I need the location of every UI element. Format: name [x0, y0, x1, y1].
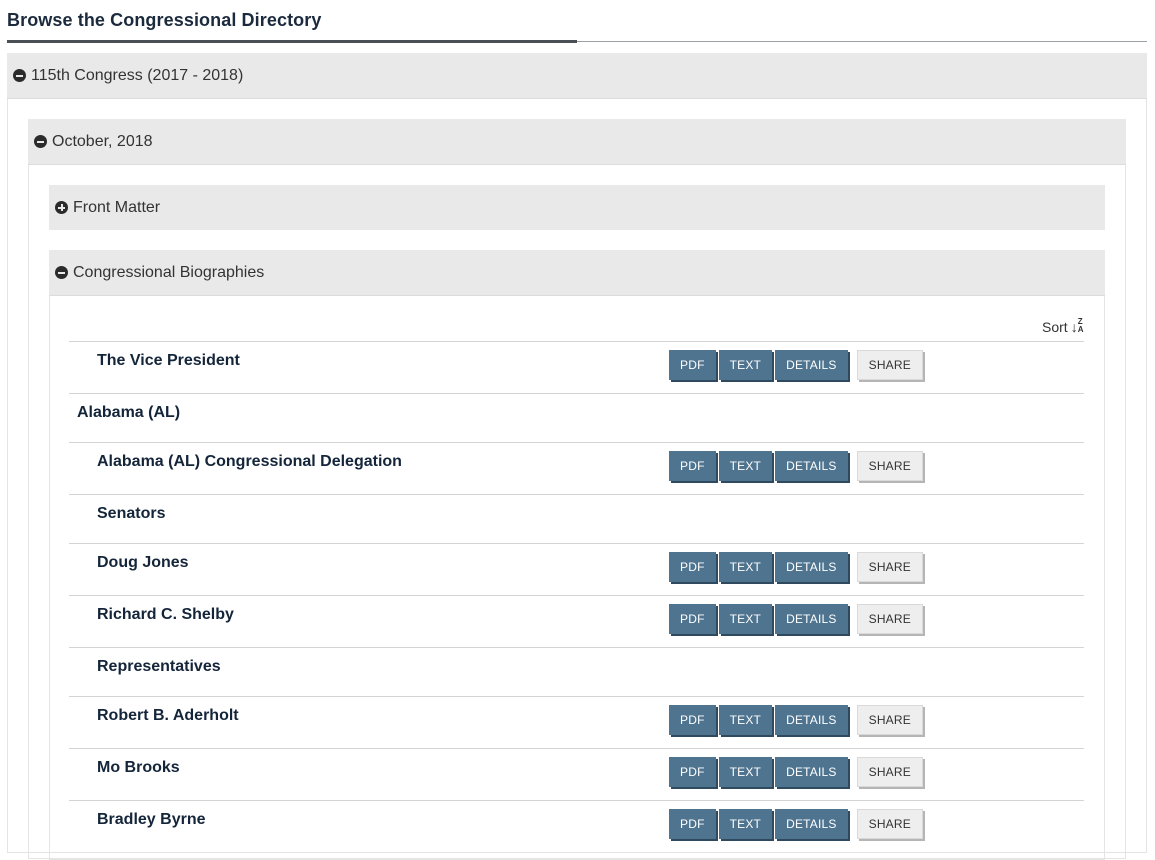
accordion-congress-header[interactable]: 115th Congress (2017 - 2018)	[7, 53, 1147, 99]
pdf-button[interactable]: PDF	[669, 705, 716, 735]
action-buttons: PDF TEXT DETAILS SHARE	[669, 705, 926, 735]
text-button[interactable]: TEXT	[718, 757, 773, 787]
sort-z-a-icon: ↓ Z A	[1070, 317, 1084, 336]
list-item: Senators	[69, 494, 1084, 543]
action-buttons: PDF TEXT DETAILS SHARE	[669, 604, 926, 634]
list-item-label: Doug Jones	[97, 554, 189, 571]
details-button[interactable]: DETAILS	[775, 705, 848, 735]
action-buttons: PDF TEXT DETAILS SHARE	[669, 350, 926, 380]
share-button[interactable]: SHARE	[856, 809, 923, 839]
sort-control[interactable]: Sort ↓ Z A	[1042, 317, 1085, 336]
details-button[interactable]: DETAILS	[775, 552, 848, 582]
list-item-label: Mo Brooks	[97, 759, 180, 776]
list-item-label: Bradley Byrne	[97, 811, 206, 828]
text-button[interactable]: TEXT	[718, 809, 773, 839]
share-button[interactable]: SHARE	[856, 604, 923, 634]
list-item: The Vice President PDF TEXT DETAILS SHARE	[69, 341, 1084, 393]
list-item: Robert B. Aderholt PDF TEXT DETAILS SHARE	[69, 696, 1084, 748]
details-button[interactable]: DETAILS	[775, 350, 848, 380]
list-item: Mo Brooks PDF TEXT DETAILS SHARE	[69, 748, 1084, 800]
list-item: Doug Jones PDF TEXT DETAILS SHARE	[69, 543, 1084, 595]
list-item-label: Richard C. Shelby	[97, 606, 234, 623]
pdf-button[interactable]: PDF	[669, 809, 716, 839]
action-buttons: PDF TEXT DETAILS SHARE	[669, 809, 926, 839]
text-button[interactable]: TEXT	[718, 552, 773, 582]
accordion-congress-label: 115th Congress (2017 - 2018)	[31, 66, 244, 84]
collapse-icon	[13, 69, 26, 82]
details-button[interactable]: DETAILS	[775, 757, 848, 787]
share-button[interactable]: SHARE	[856, 451, 923, 481]
list-item: Richard C. Shelby PDF TEXT DETAILS SHARE	[69, 595, 1084, 647]
accordion-month-header[interactable]: October, 2018	[28, 119, 1126, 165]
text-button[interactable]: TEXT	[718, 451, 773, 481]
accordion-front-matter-label: Front Matter	[73, 198, 161, 216]
list-item-label: Robert B. Aderholt	[97, 707, 239, 724]
pdf-button[interactable]: PDF	[669, 451, 716, 481]
accordion-month-label: October, 2018	[52, 132, 153, 150]
pdf-button[interactable]: PDF	[669, 757, 716, 787]
text-button[interactable]: TEXT	[718, 350, 773, 380]
list-item-label: The Vice President	[97, 352, 240, 369]
pdf-button[interactable]: PDF	[669, 604, 716, 634]
share-button[interactable]: SHARE	[856, 552, 923, 582]
pdf-button[interactable]: PDF	[669, 350, 716, 380]
accordion-biographies-header[interactable]: Congressional Biographies	[49, 250, 1105, 296]
page-title: Browse the Congressional Directory	[7, 10, 322, 30]
share-button[interactable]: SHARE	[856, 705, 923, 735]
pdf-button[interactable]: PDF	[669, 552, 716, 582]
expand-icon	[55, 201, 68, 214]
share-button[interactable]: SHARE	[856, 350, 923, 380]
action-buttons: PDF TEXT DETAILS SHARE	[669, 552, 926, 582]
list-item-label: Alabama (AL) Congressional Delegation	[97, 453, 402, 470]
list-item: Representatives	[69, 647, 1084, 696]
list-item: Alabama (AL)	[69, 393, 1084, 442]
accordion-biographies-label: Congressional Biographies	[73, 263, 265, 281]
accordion-front-matter-header[interactable]: Front Matter	[49, 185, 1105, 230]
action-buttons: PDF TEXT DETAILS SHARE	[669, 757, 926, 787]
list-item: Alabama (AL) Congressional Delegation PDF…	[69, 442, 1084, 494]
details-button[interactable]: DETAILS	[775, 809, 848, 839]
text-button[interactable]: TEXT	[718, 705, 773, 735]
sort-label: Sort	[1042, 319, 1068, 335]
list-item: Bradley Byrne PDF TEXT DETAILS SHARE	[69, 800, 1084, 852]
state-heading: Alabama (AL)	[77, 404, 181, 421]
text-button[interactable]: TEXT	[718, 604, 773, 634]
title-divider-accent	[7, 40, 577, 43]
collapse-icon	[34, 135, 47, 148]
action-buttons: PDF TEXT DETAILS SHARE	[669, 451, 926, 481]
list-item-label: Representatives	[97, 658, 221, 675]
share-button[interactable]: SHARE	[856, 757, 923, 787]
details-button[interactable]: DETAILS	[775, 451, 848, 481]
collapse-icon	[55, 266, 68, 279]
list-item-label: Senators	[97, 505, 166, 522]
details-button[interactable]: DETAILS	[775, 604, 848, 634]
